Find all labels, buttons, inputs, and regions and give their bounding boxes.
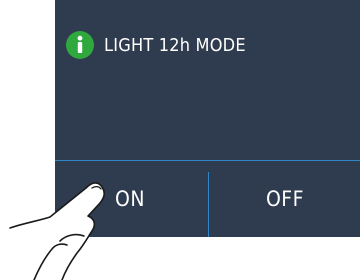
mode-dialog: LIGHT 12h MODE ON OFF (55, 0, 360, 237)
on-button[interactable]: ON (90, 161, 170, 237)
screen: LIGHT 12h MODE ON OFF (0, 0, 360, 280)
info-glyph-icon (77, 35, 83, 53)
off-button[interactable]: OFF (245, 161, 325, 237)
dialog-title: LIGHT 12h MODE (104, 34, 246, 56)
on-button-label: ON (115, 187, 145, 211)
dialog-header: LIGHT 12h MODE (66, 30, 246, 60)
off-button-label: OFF (265, 187, 305, 211)
button-divider-vertical (208, 172, 209, 237)
info-icon (66, 31, 94, 59)
